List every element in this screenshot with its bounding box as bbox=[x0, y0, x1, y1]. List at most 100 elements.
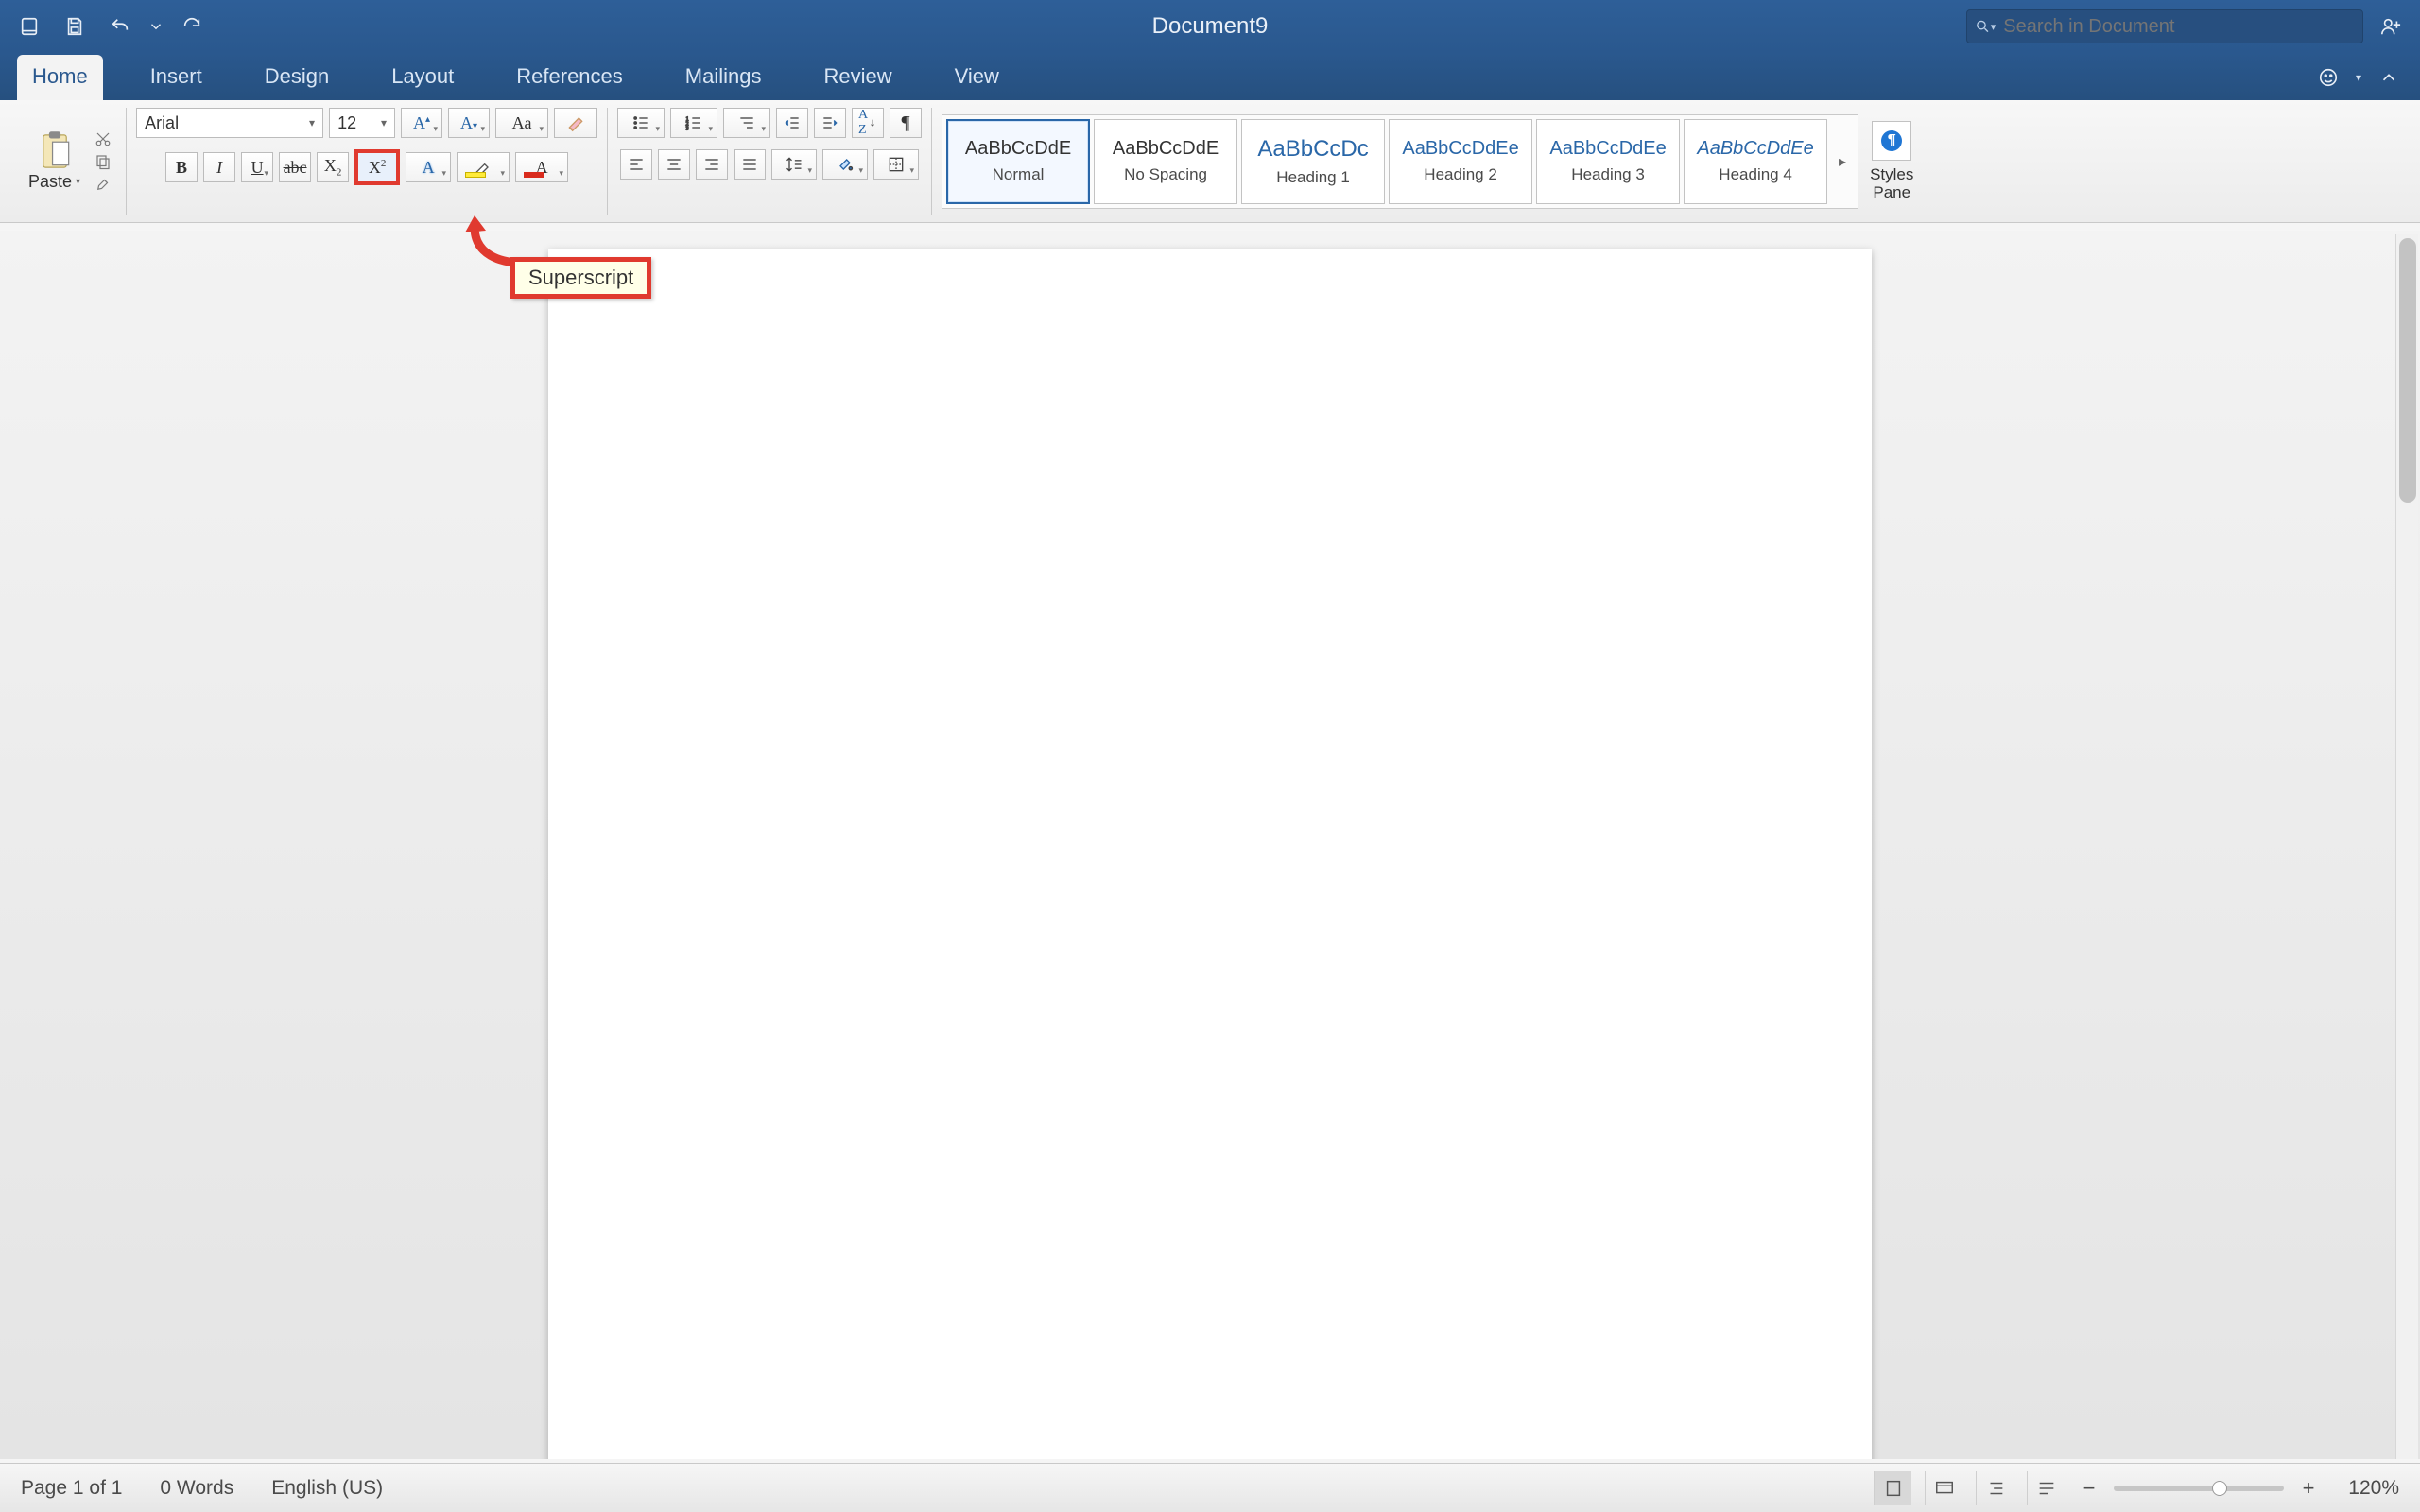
underline-button[interactable]: U bbox=[241, 152, 273, 182]
style-preview: AaBbCcDdE bbox=[965, 138, 1071, 160]
clear-formatting-button[interactable] bbox=[554, 108, 597, 138]
tab-layout[interactable]: Layout bbox=[376, 55, 469, 100]
redo-icon[interactable] bbox=[174, 9, 210, 43]
document-canvas[interactable] bbox=[0, 231, 2420, 1459]
tab-review[interactable]: Review bbox=[808, 55, 907, 100]
grow-font-button[interactable]: A▴ bbox=[401, 108, 442, 138]
justify-button[interactable] bbox=[734, 149, 766, 180]
undo-icon[interactable] bbox=[102, 9, 138, 43]
status-language[interactable]: English (US) bbox=[271, 1477, 383, 1500]
bold-button[interactable]: B bbox=[165, 152, 198, 182]
borders-button[interactable] bbox=[873, 149, 919, 180]
superscript-button[interactable]: X2 bbox=[354, 149, 400, 185]
style-no-spacing[interactable]: AaBbCcDdE No Spacing bbox=[1094, 119, 1237, 204]
tab-insert[interactable]: Insert bbox=[135, 55, 217, 100]
tab-references[interactable]: References bbox=[501, 55, 638, 100]
style-preview: AaBbCcDdEe bbox=[1549, 138, 1666, 160]
save-icon[interactable] bbox=[57, 9, 93, 43]
tab-home[interactable]: Home bbox=[17, 55, 103, 100]
styles-gallery: AaBbCcDdE Normal AaBbCcDdE No Spacing AaBb… bbox=[942, 114, 1858, 209]
paste-label: Paste bbox=[28, 172, 72, 192]
style-name-label: Heading 2 bbox=[1424, 165, 1497, 184]
tab-design[interactable]: Design bbox=[250, 55, 344, 100]
share-icon[interactable] bbox=[2373, 9, 2409, 43]
italic-button[interactable]: I bbox=[203, 152, 235, 182]
decrease-indent-button[interactable] bbox=[776, 108, 808, 138]
font-color-button[interactable]: A bbox=[515, 152, 568, 182]
format-painter-icon[interactable] bbox=[90, 175, 116, 194]
tab-view[interactable]: View bbox=[940, 55, 1014, 100]
search-box[interactable]: ▾ bbox=[1966, 9, 2363, 43]
scrollbar-thumb[interactable] bbox=[2399, 238, 2416, 503]
sort-button[interactable]: AZ bbox=[852, 108, 884, 138]
bullets-button[interactable] bbox=[617, 108, 665, 138]
shrink-font-button[interactable]: A▾ bbox=[448, 108, 490, 138]
style-name-label: Normal bbox=[993, 165, 1045, 184]
style-heading-4[interactable]: AaBbCcDdEe Heading 4 bbox=[1684, 119, 1827, 204]
multilevel-list-button[interactable] bbox=[723, 108, 770, 138]
vertical-scrollbar[interactable] bbox=[2395, 234, 2418, 1459]
highlight-color-button[interactable] bbox=[457, 152, 510, 182]
superscript-tooltip: Superscript bbox=[510, 257, 651, 299]
status-bar: Page 1 of 1 0 Words English (US) − + 120… bbox=[0, 1463, 2420, 1512]
group-styles: AaBbCcDdE Normal AaBbCcDdE No Spacing AaBb… bbox=[932, 108, 2409, 215]
styles-pane-label-2: Pane bbox=[1873, 183, 1910, 201]
style-heading-1[interactable]: AaBbCcDcHeading 1 bbox=[1241, 119, 1385, 204]
zoom-out-button[interactable]: − bbox=[2078, 1476, 2100, 1501]
style-normal[interactable]: AaBbCcDdE Normal bbox=[946, 119, 1090, 204]
undo-dropdown-icon[interactable] bbox=[147, 9, 164, 43]
style-name-label: No Spacing bbox=[1124, 165, 1207, 184]
status-word-count[interactable]: 0 Words bbox=[160, 1477, 233, 1500]
ribbon-home: Paste▾ Arial▾ 12▾ A▴ A▾ Aa B I U abc X2 … bbox=[0, 100, 2420, 223]
group-clipboard: Paste▾ bbox=[15, 108, 127, 215]
align-center-button[interactable] bbox=[658, 149, 690, 180]
style-preview: AaBbCcDdE bbox=[1113, 138, 1219, 160]
change-case-button[interactable]: Aa bbox=[495, 108, 548, 138]
collapse-ribbon-icon[interactable] bbox=[2371, 60, 2407, 94]
styles-more-icon[interactable]: ▸ bbox=[1831, 119, 1854, 204]
style-heading-2[interactable]: AaBbCcDdEeHeading 2 bbox=[1389, 119, 1532, 204]
style-name-label: Heading 4 bbox=[1719, 165, 1792, 184]
styles-pane-icon: ¶ bbox=[1872, 121, 1911, 161]
styles-pane-button[interactable]: ¶ StylesPane bbox=[1864, 121, 1919, 201]
text-effects-button[interactable]: A bbox=[406, 152, 451, 182]
paste-button[interactable]: Paste▾ bbox=[25, 129, 84, 194]
zoom-slider[interactable] bbox=[2114, 1486, 2284, 1491]
font-size-value: 12 bbox=[337, 113, 356, 133]
page[interactable] bbox=[548, 249, 1872, 1459]
font-size-combo[interactable]: 12▾ bbox=[329, 108, 395, 138]
view-outline-icon[interactable] bbox=[1976, 1471, 2014, 1505]
zoom-percent[interactable]: 120% bbox=[2333, 1477, 2399, 1500]
group-font: Arial▾ 12▾ A▴ A▾ Aa B I U abc X2 X2 A A bbox=[127, 108, 608, 215]
show-paragraph-marks-button[interactable]: ¶ bbox=[890, 108, 922, 138]
shading-button[interactable] bbox=[822, 149, 868, 180]
zoom-slider-thumb[interactable] bbox=[2212, 1481, 2227, 1496]
feedback-smiley-icon[interactable] bbox=[2310, 60, 2346, 94]
line-spacing-button[interactable] bbox=[771, 149, 817, 180]
group-paragraph: 123 AZ ¶ bbox=[608, 108, 932, 215]
search-input[interactable] bbox=[2001, 15, 2355, 39]
status-page[interactable]: Page 1 of 1 bbox=[21, 1477, 122, 1500]
style-preview: AaBbCcDc bbox=[1257, 136, 1368, 163]
zoom-in-button[interactable]: + bbox=[2297, 1476, 2320, 1501]
view-web-layout-icon[interactable] bbox=[1925, 1471, 1962, 1505]
subscript-button[interactable]: X2 bbox=[317, 152, 349, 182]
align-right-button[interactable] bbox=[696, 149, 728, 180]
font-name-value: Arial bbox=[145, 113, 179, 133]
view-print-layout-icon[interactable] bbox=[1874, 1471, 1911, 1505]
style-heading-3[interactable]: AaBbCcDdEe Heading 3 bbox=[1536, 119, 1680, 204]
view-draft-icon[interactable] bbox=[2027, 1471, 2065, 1505]
tablet-view-icon[interactable] bbox=[11, 9, 47, 43]
copy-icon[interactable] bbox=[90, 152, 116, 171]
styles-pane-label-1: Styles bbox=[1870, 165, 1913, 183]
svg-text:3: 3 bbox=[686, 127, 689, 132]
style-name-label: Heading 3 bbox=[1571, 165, 1645, 184]
strikethrough-button[interactable]: abc bbox=[279, 152, 311, 182]
align-left-button[interactable] bbox=[620, 149, 652, 180]
increase-indent-button[interactable] bbox=[814, 108, 846, 138]
numbering-button[interactable]: 123 bbox=[670, 108, 717, 138]
font-name-combo[interactable]: Arial▾ bbox=[136, 108, 323, 138]
tab-mailings[interactable]: Mailings bbox=[670, 55, 777, 100]
style-preview: AaBbCcDdEe bbox=[1697, 138, 1813, 160]
cut-icon[interactable] bbox=[90, 129, 116, 148]
